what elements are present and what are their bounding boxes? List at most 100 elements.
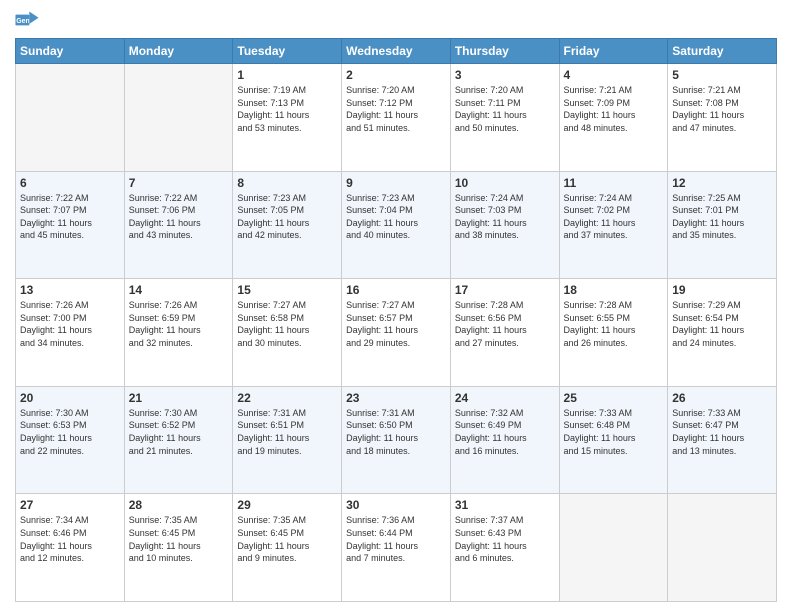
calendar-cell: 4 Sunrise: 7:21 AM Sunset: 7:09 PM Daylig… (559, 64, 668, 172)
day-info: Sunrise: 7:25 AM Sunset: 7:01 PM Dayligh… (672, 192, 772, 242)
day-number: 27 (20, 498, 120, 512)
calendar-cell: 12Sunrise: 7:25 AM Sunset: 7:01 PM Dayli… (668, 171, 777, 279)
svg-text:Gen: Gen (16, 18, 29, 25)
day-info: Sunrise: 7:34 AM Sunset: 6:46 PM Dayligh… (20, 514, 120, 564)
calendar-week-row: 6 Sunrise: 7:22 AM Sunset: 7:07 PM Daylig… (16, 171, 777, 279)
calendar-cell: 24 Sunrise: 7:32 AM Sunset: 6:49 PM Dayli… (450, 386, 559, 494)
calendar-cell: 11 Sunrise: 7:24 AM Sunset: 7:02 PM Dayli… (559, 171, 668, 279)
day-number: 6 (20, 176, 120, 190)
day-number: 15 (237, 283, 337, 297)
day-info: Sunrise: 7:35 AM Sunset: 6:45 PM Dayligh… (237, 514, 337, 564)
day-header-wednesday: Wednesday (342, 39, 451, 64)
page: Gen SundayMondayTuesdayWednesdayThursday… (0, 0, 792, 612)
day-number: 23 (346, 391, 446, 405)
day-number: 20 (20, 391, 120, 405)
calendar-cell: 2Sunrise: 7:20 AM Sunset: 7:12 PM Daylig… (342, 64, 451, 172)
day-info: Sunrise: 7:22 AM Sunset: 7:06 PM Dayligh… (129, 192, 229, 242)
calendar-cell: 29 Sunrise: 7:35 AM Sunset: 6:45 PM Dayli… (233, 494, 342, 602)
calendar-cell: 28 Sunrise: 7:35 AM Sunset: 6:45 PM Dayli… (124, 494, 233, 602)
day-number: 31 (455, 498, 555, 512)
calendar-cell: 7 Sunrise: 7:22 AM Sunset: 7:06 PM Daylig… (124, 171, 233, 279)
calendar-cell: 17 Sunrise: 7:28 AM Sunset: 6:56 PM Dayli… (450, 279, 559, 387)
day-info: Sunrise: 7:26 AM Sunset: 6:59 PM Dayligh… (129, 299, 229, 349)
day-info: Sunrise: 7:20 AM Sunset: 7:11 PM Dayligh… (455, 84, 555, 134)
calendar-cell: 18Sunrise: 7:28 AM Sunset: 6:55 PM Dayli… (559, 279, 668, 387)
calendar-week-row: 1 Sunrise: 7:19 AM Sunset: 7:13 PM Daylig… (16, 64, 777, 172)
calendar-cell (559, 494, 668, 602)
calendar-cell: 6 Sunrise: 7:22 AM Sunset: 7:07 PM Daylig… (16, 171, 125, 279)
calendar-week-row: 27 Sunrise: 7:34 AM Sunset: 6:46 PM Dayli… (16, 494, 777, 602)
day-number: 13 (20, 283, 120, 297)
day-number: 1 (237, 68, 337, 82)
calendar-cell: 26 Sunrise: 7:33 AM Sunset: 6:47 PM Dayli… (668, 386, 777, 494)
calendar-cell (124, 64, 233, 172)
calendar-cell: 31 Sunrise: 7:37 AM Sunset: 6:43 PM Dayli… (450, 494, 559, 602)
day-info: Sunrise: 7:21 AM Sunset: 7:09 PM Dayligh… (564, 84, 664, 134)
calendar-cell: 13 Sunrise: 7:26 AM Sunset: 7:00 PM Dayli… (16, 279, 125, 387)
calendar-cell: 14Sunrise: 7:26 AM Sunset: 6:59 PM Dayli… (124, 279, 233, 387)
day-info: Sunrise: 7:37 AM Sunset: 6:43 PM Dayligh… (455, 514, 555, 564)
day-number: 5 (672, 68, 772, 82)
day-info: Sunrise: 7:28 AM Sunset: 6:56 PM Dayligh… (455, 299, 555, 349)
calendar-week-row: 20 Sunrise: 7:30 AM Sunset: 6:53 PM Dayli… (16, 386, 777, 494)
day-number: 21 (129, 391, 229, 405)
calendar-cell (668, 494, 777, 602)
day-number: 8 (237, 176, 337, 190)
day-number: 30 (346, 498, 446, 512)
day-info: Sunrise: 7:21 AM Sunset: 7:08 PM Dayligh… (672, 84, 772, 134)
day-number: 19 (672, 283, 772, 297)
calendar-cell: 10Sunrise: 7:24 AM Sunset: 7:03 PM Dayli… (450, 171, 559, 279)
day-number: 11 (564, 176, 664, 190)
day-info: Sunrise: 7:33 AM Sunset: 6:48 PM Dayligh… (564, 407, 664, 457)
calendar-cell: 23 Sunrise: 7:31 AM Sunset: 6:50 PM Dayli… (342, 386, 451, 494)
day-number: 25 (564, 391, 664, 405)
day-info: Sunrise: 7:31 AM Sunset: 6:51 PM Dayligh… (237, 407, 337, 457)
calendar-cell: 5 Sunrise: 7:21 AM Sunset: 7:08 PM Daylig… (668, 64, 777, 172)
day-info: Sunrise: 7:24 AM Sunset: 7:02 PM Dayligh… (564, 192, 664, 242)
day-number: 3 (455, 68, 555, 82)
day-number: 4 (564, 68, 664, 82)
day-info: Sunrise: 7:29 AM Sunset: 6:54 PM Dayligh… (672, 299, 772, 349)
calendar-cell: 30Sunrise: 7:36 AM Sunset: 6:44 PM Dayli… (342, 494, 451, 602)
day-info: Sunrise: 7:27 AM Sunset: 6:58 PM Dayligh… (237, 299, 337, 349)
day-info: Sunrise: 7:22 AM Sunset: 7:07 PM Dayligh… (20, 192, 120, 242)
header: Gen (15, 10, 777, 30)
day-info: Sunrise: 7:28 AM Sunset: 6:55 PM Dayligh… (564, 299, 664, 349)
day-number: 22 (237, 391, 337, 405)
calendar-cell: 16 Sunrise: 7:27 AM Sunset: 6:57 PM Dayli… (342, 279, 451, 387)
calendar-cell: 15 Sunrise: 7:27 AM Sunset: 6:58 PM Dayli… (233, 279, 342, 387)
day-number: 26 (672, 391, 772, 405)
day-number: 16 (346, 283, 446, 297)
day-number: 10 (455, 176, 555, 190)
calendar-cell: 27 Sunrise: 7:34 AM Sunset: 6:46 PM Dayli… (16, 494, 125, 602)
day-info: Sunrise: 7:33 AM Sunset: 6:47 PM Dayligh… (672, 407, 772, 457)
logo: Gen (15, 10, 43, 30)
day-number: 7 (129, 176, 229, 190)
calendar-cell: 20 Sunrise: 7:30 AM Sunset: 6:53 PM Dayli… (16, 386, 125, 494)
day-header-saturday: Saturday (668, 39, 777, 64)
day-info: Sunrise: 7:26 AM Sunset: 7:00 PM Dayligh… (20, 299, 120, 349)
day-info: Sunrise: 7:20 AM Sunset: 7:12 PM Dayligh… (346, 84, 446, 134)
calendar-cell: 9Sunrise: 7:23 AM Sunset: 7:04 PM Daylig… (342, 171, 451, 279)
day-info: Sunrise: 7:27 AM Sunset: 6:57 PM Dayligh… (346, 299, 446, 349)
calendar-header-row: SundayMondayTuesdayWednesdayThursdayFrid… (16, 39, 777, 64)
calendar-cell: 22 Sunrise: 7:31 AM Sunset: 6:51 PM Dayli… (233, 386, 342, 494)
day-info: Sunrise: 7:32 AM Sunset: 6:49 PM Dayligh… (455, 407, 555, 457)
day-info: Sunrise: 7:30 AM Sunset: 6:53 PM Dayligh… (20, 407, 120, 457)
day-header-friday: Friday (559, 39, 668, 64)
logo-icon: Gen (15, 10, 39, 30)
day-info: Sunrise: 7:23 AM Sunset: 7:04 PM Dayligh… (346, 192, 446, 242)
day-info: Sunrise: 7:19 AM Sunset: 7:13 PM Dayligh… (237, 84, 337, 134)
day-header-monday: Monday (124, 39, 233, 64)
calendar-cell: 1 Sunrise: 7:19 AM Sunset: 7:13 PM Daylig… (233, 64, 342, 172)
day-number: 28 (129, 498, 229, 512)
calendar-cell (16, 64, 125, 172)
day-number: 24 (455, 391, 555, 405)
day-number: 29 (237, 498, 337, 512)
day-info: Sunrise: 7:31 AM Sunset: 6:50 PM Dayligh… (346, 407, 446, 457)
day-number: 17 (455, 283, 555, 297)
day-header-thursday: Thursday (450, 39, 559, 64)
day-info: Sunrise: 7:35 AM Sunset: 6:45 PM Dayligh… (129, 514, 229, 564)
calendar-week-row: 13 Sunrise: 7:26 AM Sunset: 7:00 PM Dayli… (16, 279, 777, 387)
calendar-cell: 8Sunrise: 7:23 AM Sunset: 7:05 PM Daylig… (233, 171, 342, 279)
